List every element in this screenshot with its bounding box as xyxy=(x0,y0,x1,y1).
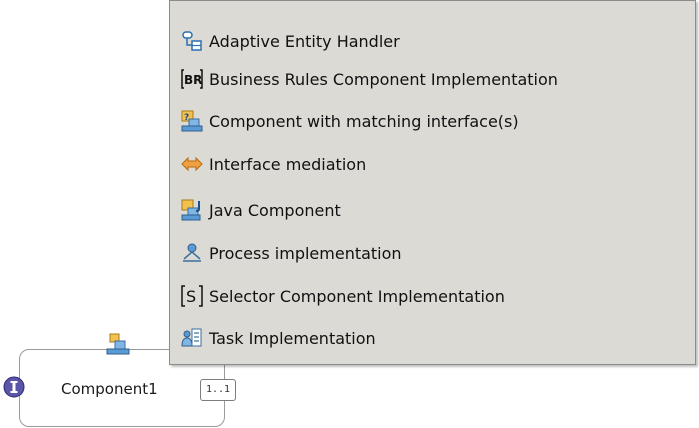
multiplicity-badge[interactable]: 1..1 xyxy=(200,379,236,401)
component-implementation-icon xyxy=(106,333,130,355)
svg-text:S: S xyxy=(186,287,196,306)
menu-item-label: Java Component xyxy=(209,200,341,220)
menu-item-process-implementation[interactable]: Process implementation xyxy=(180,237,402,269)
menu-item-java-component[interactable]: Java Component xyxy=(180,194,341,226)
business-rules-icon: BR xyxy=(180,67,204,91)
menu-item-label: Task Implementation xyxy=(209,328,376,348)
component-label: Component1 xyxy=(61,380,158,398)
menu-item-business-rules[interactable]: BR Business Rules Component Implementati… xyxy=(180,63,558,95)
menu-item-selector-component[interactable]: S Selector Component Implementation xyxy=(180,280,505,312)
menu-item-label: Selector Component Implementation xyxy=(209,286,505,306)
process-icon xyxy=(180,241,204,265)
task-icon xyxy=(180,326,204,350)
menu-item-label: Business Rules Component Implementation xyxy=(209,69,558,89)
menu-item-label: Process implementation xyxy=(209,243,402,263)
menu-item-adaptive-entity-handler[interactable]: Adaptive Entity Handler xyxy=(180,25,400,57)
menu-item-label: Interface mediation xyxy=(209,154,367,174)
interface-icon[interactable] xyxy=(2,375,26,399)
adaptive-entity-icon xyxy=(180,29,204,53)
svg-text:BR: BR xyxy=(184,73,202,87)
menu-item-label: Component with matching interface(s) xyxy=(209,111,519,131)
menu-item-matching-interface[interactable]: ? Component with matching interface(s) xyxy=(180,105,519,137)
interface-mediation-icon xyxy=(180,152,204,176)
menu-item-interface-mediation[interactable]: Interface mediation xyxy=(180,148,366,180)
implementation-popup-menu: Adaptive Entity Handler BR Business Rule… xyxy=(169,0,696,365)
java-component-icon xyxy=(180,198,204,222)
menu-item-label: Adaptive Entity Handler xyxy=(209,31,400,51)
selector-icon: S xyxy=(180,284,204,308)
menu-item-task-implementation[interactable]: Task Implementation xyxy=(180,322,376,354)
svg-text:?: ? xyxy=(184,113,189,123)
matching-interface-icon: ? xyxy=(180,109,204,133)
